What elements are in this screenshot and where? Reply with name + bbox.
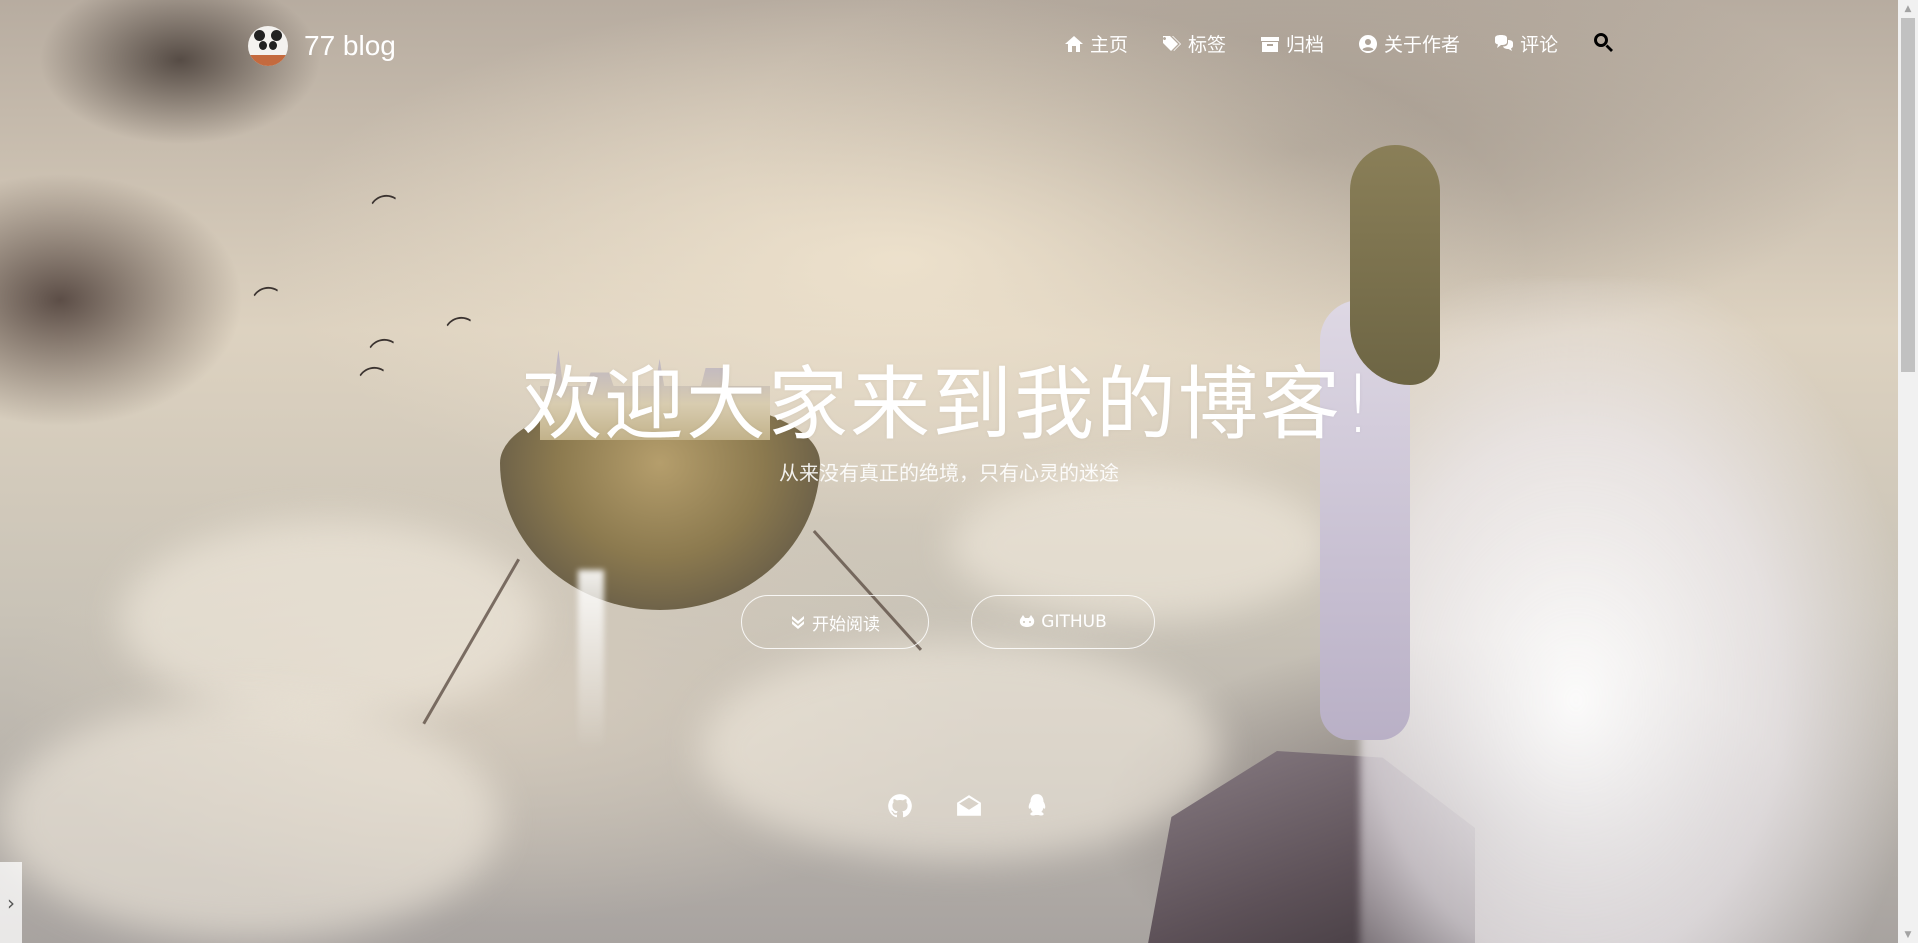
github-button[interactable]: GITHUB (971, 595, 1155, 649)
brand-name: 77 blog (304, 30, 396, 61)
cloud (700, 640, 1220, 860)
scrollbar-thumb[interactable] (1901, 18, 1915, 372)
nav-item-archive[interactable]: 归档 (1260, 30, 1324, 57)
chevron-right-icon: › (7, 890, 15, 915)
hero-subtitle: 从来没有真正的绝境，只有心灵的迷途 (779, 461, 1119, 485)
archive-icon (1261, 36, 1280, 52)
waterfall (578, 570, 604, 750)
nav-item-label: 关于作者 (1384, 34, 1461, 56)
hero-title: 欢迎大家来到我的博客! (521, 358, 1377, 451)
search-button[interactable] (1592, 31, 1614, 57)
nav-item-comments[interactable]: 评论 (1494, 30, 1558, 57)
nav-item-label: 评论 (1520, 34, 1559, 56)
github-link[interactable] (886, 792, 914, 820)
double-chevron-down-icon (792, 616, 804, 629)
github-label: GITHUB (1041, 612, 1107, 632)
start-reading-label: 开始阅读 (812, 614, 880, 635)
comments-icon (1495, 34, 1514, 51)
page-scrollbar[interactable]: ▲ ▼ (1898, 0, 1918, 943)
github-icon (888, 794, 912, 818)
brand-logo-link[interactable]: 77 blog (248, 26, 396, 66)
panda-avatar-icon (248, 26, 288, 66)
nav-item-home[interactable]: 主页 (1064, 30, 1128, 57)
mail-icon (957, 795, 981, 816)
user-circle-icon (1359, 34, 1378, 53)
bird-icon: ⌒ (251, 283, 284, 319)
cloud (120, 520, 540, 720)
nav-menu: 主页 标签 归档 关于作者 评论 (1064, 30, 1614, 57)
cloud (0, 700, 500, 940)
search-icon (1594, 32, 1614, 52)
nav-item-label: 归档 (1286, 34, 1325, 56)
email-link[interactable] (955, 792, 983, 820)
home-icon (1065, 35, 1083, 52)
qq-icon (1028, 794, 1046, 816)
github-icon (1020, 615, 1035, 627)
nav-item-tags[interactable]: 标签 (1162, 30, 1226, 57)
top-navbar: 77 blog 主页 标签 归档 关于作者 评论 (0, 0, 1898, 90)
scroll-up-arrow-icon[interactable]: ▲ (1898, 0, 1918, 17)
sidebar-toggle-button[interactable]: › (0, 862, 22, 943)
start-reading-button[interactable]: 开始阅读 (741, 595, 929, 649)
qq-link[interactable] (1023, 792, 1051, 820)
bird-icon: ⌒ (369, 191, 402, 227)
nav-item-label: 标签 (1188, 34, 1227, 56)
nav-item-label: 主页 (1090, 34, 1129, 56)
nav-item-about[interactable]: 关于作者 (1358, 30, 1460, 57)
scroll-down-arrow-icon[interactable]: ▼ (1898, 926, 1918, 943)
tags-icon (1163, 35, 1182, 51)
